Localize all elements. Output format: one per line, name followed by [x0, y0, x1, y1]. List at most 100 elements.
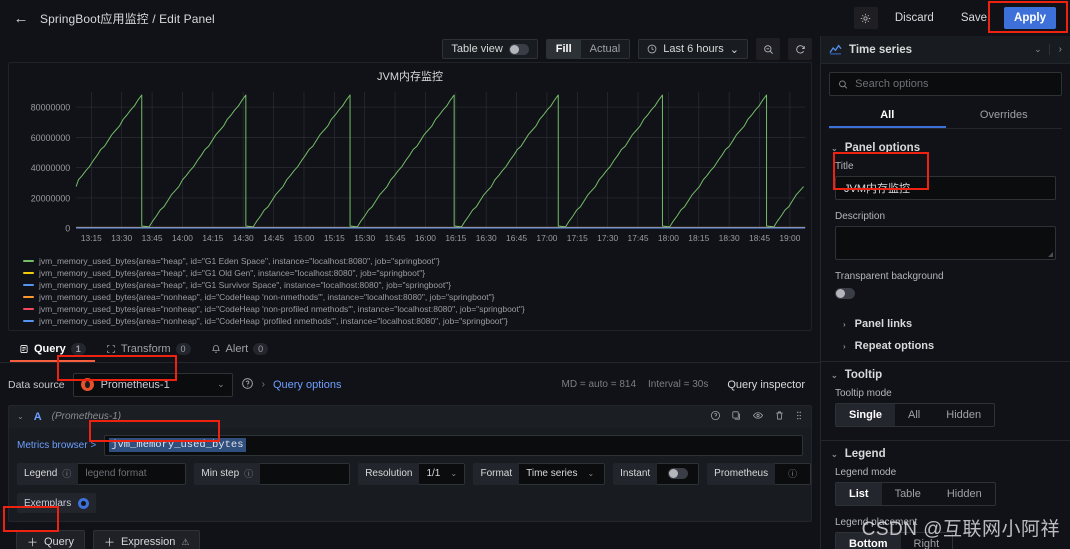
resolution-select[interactable]: 1/1 ⌄ [419, 462, 466, 485]
zoom-out-icon[interactable] [756, 38, 780, 60]
fill-button[interactable]: Fill [546, 40, 581, 58]
transparent-background-switch[interactable] [835, 288, 855, 299]
apply-button[interactable]: Apply [1004, 7, 1056, 29]
save-button[interactable]: Save [951, 7, 997, 29]
discard-button[interactable]: Discard [885, 7, 944, 29]
prometheus-info[interactable]: ⓘ [775, 462, 812, 485]
tab-overrides[interactable]: Overrides [946, 104, 1063, 128]
help-circle-icon[interactable] [241, 377, 254, 392]
tab-query[interactable]: Query 1 [10, 339, 95, 362]
legend-item[interactable]: jvm_memory_used_bytes{area="heap", id="G… [23, 280, 451, 290]
legend-item[interactable]: jvm_memory_used_bytes{area="heap", id="G… [23, 256, 440, 266]
legend-mode-hidden[interactable]: Hidden [934, 483, 995, 505]
eye-icon[interactable] [752, 410, 764, 424]
resolution-field: Resolution 1/1 ⌄ [358, 462, 466, 485]
table-view-toggle[interactable]: Table view [442, 39, 538, 59]
svg-text:18:15: 18:15 [688, 233, 709, 243]
tooltip-mode-label: Tooltip mode [835, 388, 892, 399]
legend-item[interactable]: jvm_memory_used_bytes{area="nonheap", id… [23, 304, 525, 314]
section-panel-options[interactable]: ⌄ Panel options [821, 135, 1070, 159]
copy-icon[interactable] [731, 410, 742, 424]
legend-placement-right[interactable]: Right [901, 533, 953, 549]
query-row-actions [710, 410, 803, 424]
section-tooltip[interactable]: ⌄ Tooltip [821, 362, 1070, 386]
panel-links-row[interactable]: › Panel links [821, 313, 1070, 335]
breadcrumb[interactable]: SpringBoot应用监控 / Edit Panel [40, 10, 215, 27]
back-arrow-icon[interactable]: ← [10, 7, 32, 29]
refresh-icon[interactable] [788, 38, 812, 60]
svg-text:18:30: 18:30 [719, 233, 740, 243]
grafana-edit-panel: ← SpringBoot应用监控 / Edit Panel Discard Sa… [0, 0, 1070, 549]
help-circle-icon[interactable] [710, 410, 721, 424]
table-view-switch[interactable] [508, 43, 529, 55]
transparent-background-field: Transparent background [821, 269, 1070, 313]
query-options-caret[interactable]: › [262, 379, 265, 390]
repeat-options-row[interactable]: › Repeat options [821, 335, 1070, 357]
chart-legend: jvm_memory_used_bytes{area="heap", id="G… [9, 254, 811, 330]
tooltip-mode-single[interactable]: Single [836, 404, 896, 426]
query-options-link[interactable]: Query options [273, 379, 341, 391]
drag-handle-icon[interactable] [795, 410, 803, 424]
promql-input[interactable]: jvm_memory_used_bytes [104, 434, 803, 456]
chevron-down-icon: ⌄ [217, 379, 225, 390]
legend-placement-bottom[interactable]: Bottom [836, 533, 901, 549]
transparent-background-label: Transparent background [835, 271, 944, 282]
panel-description-field: Description [821, 209, 1070, 269]
add-expression-label: Expression [120, 536, 176, 549]
actual-button[interactable]: Actual [581, 40, 630, 58]
legend-mode-table[interactable]: Table [882, 483, 934, 505]
timeseries-plot[interactable]: 0 20000000 40000000 60000000 80000000 13:15 13… [9, 86, 811, 254]
svg-text:14:45: 14:45 [263, 233, 284, 243]
format-field-label: Format [473, 462, 520, 485]
datasource-row: Data source Prometheus-1 ⌄ › Query optio… [8, 371, 812, 399]
format-select[interactable]: Time series ⌄ [519, 462, 606, 485]
tooltip-mode-hidden[interactable]: Hidden [933, 404, 994, 426]
legend-placement-label: Legend placement [835, 517, 918, 528]
time-range-label: Last 6 hours [663, 43, 724, 55]
visualization-picker[interactable]: Time series ⌄ › [821, 36, 1070, 64]
tab-transform[interactable]: Transform 0 [97, 339, 200, 362]
search-input[interactable] [855, 78, 1053, 90]
min-step-input[interactable] [260, 462, 351, 485]
format-value: Time series [526, 468, 578, 480]
exemplars-toggle[interactable]: Exemplars [17, 493, 97, 514]
panel-title-input[interactable]: JVM内存监控 [835, 176, 1056, 200]
add-expression-button[interactable]: ＋ Expression ⚠ [92, 530, 201, 549]
legend-item-label: jvm_memory_used_bytes{area="heap", id="G… [39, 279, 452, 290]
query-ref-id[interactable]: A [34, 411, 42, 423]
add-query-button[interactable]: ＋ Query [16, 530, 85, 549]
trash-icon[interactable] [774, 410, 785, 424]
chevron-down-icon: ⌄ [1034, 44, 1042, 54]
datasource-select[interactable]: Prometheus-1 ⌄ [72, 372, 233, 397]
svg-text:17:30: 17:30 [597, 233, 618, 243]
visualization-name: Time series [849, 43, 913, 56]
time-range-picker[interactable]: Last 6 hours ⌄ [638, 39, 748, 59]
legend-placement-field: Legend placement Bottom Right [821, 515, 1070, 549]
svg-text:80000000: 80000000 [31, 103, 71, 113]
gear-icon[interactable] [853, 7, 878, 29]
tab-alert[interactable]: Alert 0 [202, 339, 278, 362]
legend-mode-field: Legend mode List Table Hidden [821, 465, 1070, 515]
legend-item[interactable]: jvm_memory_used_bytes{area="heap", id="G… [23, 268, 425, 278]
instant-switch[interactable] [667, 468, 688, 480]
add-query-label: Query [44, 536, 74, 549]
tab-all[interactable]: All [829, 104, 946, 128]
legend-item[interactable]: jvm_memory_used_bytes{area="nonheap", id… [23, 316, 508, 326]
instant-toggle[interactable] [657, 462, 700, 485]
metrics-browser-link[interactable]: Metrics browser > [17, 440, 96, 451]
expression-row: Metrics browser > jvm_memory_used_bytes [9, 428, 811, 463]
legend-mode-list[interactable]: List [836, 483, 882, 505]
exemplars-switch[interactable] [78, 497, 90, 509]
panel-description-textarea[interactable] [835, 226, 1056, 260]
legend-item[interactable]: jvm_memory_used_bytes{area="nonheap", id… [23, 292, 495, 302]
help-circle-icon[interactable]: ⓘ [244, 467, 253, 480]
legend-format-input[interactable]: legend format [78, 462, 187, 485]
search-options[interactable] [829, 72, 1062, 96]
collapse-icon[interactable]: ⌄ [17, 412, 24, 421]
section-legend[interactable]: ⌄ Legend [821, 441, 1070, 465]
query-inspector-button[interactable]: Query inspector [720, 376, 812, 394]
help-circle-icon[interactable]: ⓘ [62, 467, 71, 480]
tooltip-mode-all[interactable]: All [895, 404, 933, 426]
help-circle-icon: ⓘ [788, 469, 798, 480]
chevron-right-icon[interactable]: › [1048, 44, 1062, 55]
